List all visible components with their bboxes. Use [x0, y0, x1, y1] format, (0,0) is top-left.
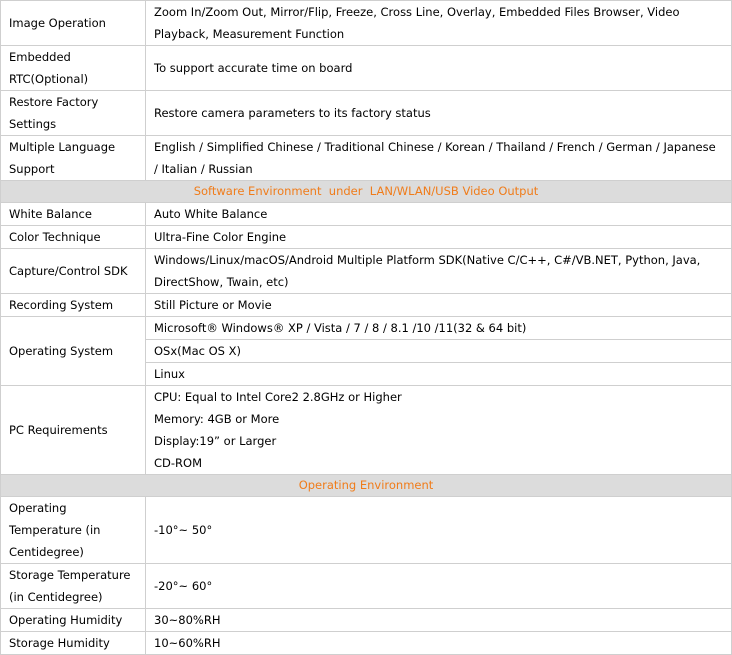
row-value-color-technique: Ultra-Fine Color Engine	[145, 225, 732, 249]
table-row: Operating System Microsoft® Windows® XP …	[0, 316, 732, 386]
row-value-white-balance: Auto White Balance	[145, 202, 732, 226]
table-row: Storage Humidity 10~60%RH	[0, 631, 732, 655]
row-label-restore-factory: Restore Factory Settings	[0, 90, 146, 136]
table-row: Storage Temperature (in Centidegree) -20…	[0, 563, 732, 609]
row-value-recording-system: Still Picture or Movie	[145, 293, 732, 317]
section-title-operating: Operating Environment	[0, 474, 732, 497]
table-row: Recording System Still Picture or Movie	[0, 293, 732, 317]
table-row: Color Technique Ultra-Fine Color Engine	[0, 225, 732, 249]
pc-req-line: Memory: 4GB or More	[154, 412, 280, 426]
row-value-embedded-rtc: To support accurate time on board	[145, 45, 732, 91]
table-row: Image Operation Zoom In/Zoom Out, Mirror…	[0, 0, 732, 46]
row-value-restore-factory: Restore camera parameters to its factory…	[145, 90, 732, 136]
row-value-storage-humidity: 10~60%RH	[145, 631, 732, 655]
table-row: Embedded RTC(Optional) To support accura…	[0, 45, 732, 91]
pc-req-line: Display:19” or Larger	[154, 434, 277, 448]
table-row: Operating Humidity 30~80%RH	[0, 608, 732, 632]
pc-req-line: CD-ROM	[154, 456, 202, 470]
row-label-operating-temperature: Operating Temperature (in Centidegree)	[0, 496, 146, 564]
section-title-software: Software Environment under LAN/WLAN/USB …	[0, 180, 732, 203]
table-row: PC Requirements CPU: Equal to Intel Core…	[0, 385, 732, 475]
row-label-multiple-language: Multiple Language Support	[0, 135, 146, 181]
row-label-image-operation: Image Operation	[0, 0, 146, 46]
row-value-operating-temperature: -10°~ 50°	[145, 496, 732, 564]
row-label-operating-humidity: Operating Humidity	[0, 608, 146, 632]
row-label-white-balance: White Balance	[0, 202, 146, 226]
os-line: OSx(Mac OS X)	[146, 340, 731, 363]
row-value-operating-system: Microsoft® Windows® XP / Vista / 7 / 8 /…	[145, 316, 732, 386]
os-line: Linux	[154, 367, 185, 381]
row-value-storage-temperature: -20°~ 60°	[145, 563, 732, 609]
row-label-pc-requirements: PC Requirements	[0, 385, 146, 475]
table-row: Multiple Language Support English / Simp…	[0, 135, 732, 181]
row-label-recording-system: Recording System	[0, 293, 146, 317]
row-value-pc-requirements: CPU: Equal to Intel Core2 2.8GHz or High…	[145, 385, 732, 475]
row-label-operating-system: Operating System	[0, 316, 146, 386]
row-value-image-operation: Zoom In/Zoom Out, Mirror/Flip, Freeze, C…	[145, 0, 732, 46]
row-value-operating-humidity: 30~80%RH	[145, 608, 732, 632]
table-row: Operating Temperature (in Centidegree) -…	[0, 496, 732, 564]
row-label-embedded-rtc: Embedded RTC(Optional)	[0, 45, 146, 91]
row-label-capture-sdk: Capture/Control SDK	[0, 248, 146, 294]
spec-table: Image Operation Zoom In/Zoom Out, Mirror…	[0, 0, 732, 655]
table-row: Restore Factory Settings Restore camera …	[0, 90, 732, 136]
os-line: Microsoft® Windows® XP / Vista / 7 / 8 /…	[146, 318, 731, 340]
section-header-software: Software Environment under LAN/WLAN/USB …	[0, 180, 732, 203]
row-label-storage-humidity: Storage Humidity	[0, 631, 146, 655]
table-row: White Balance Auto White Balance	[0, 202, 732, 226]
section-header-operating: Operating Environment	[0, 474, 732, 497]
table-row: Capture/Control SDK Windows/Linux/macOS/…	[0, 248, 732, 294]
row-value-multiple-language: English / Simplified Chinese / Tradition…	[145, 135, 732, 181]
pc-req-line: CPU: Equal to Intel Core2 2.8GHz or High…	[154, 390, 402, 404]
row-label-color-technique: Color Technique	[0, 225, 146, 249]
row-label-storage-temperature: Storage Temperature (in Centidegree)	[0, 563, 146, 609]
row-value-capture-sdk: Windows/Linux/macOS/Android Multiple Pla…	[145, 248, 732, 294]
